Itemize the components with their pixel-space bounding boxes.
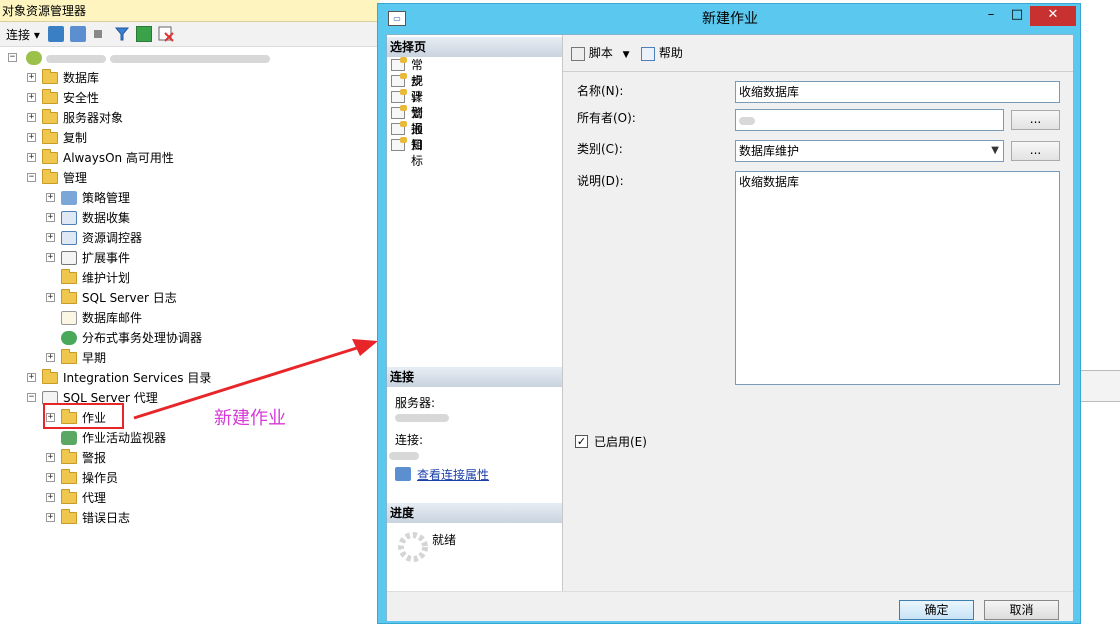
owner-input[interactable]: [735, 109, 1004, 131]
page-icon: [391, 121, 407, 135]
category-browse-button[interactable]: ...: [1011, 141, 1060, 161]
tree-row-alerts[interactable]: + 警报: [0, 449, 380, 467]
folder-icon: [61, 509, 77, 524]
select-page-header: 选择页: [387, 37, 562, 57]
view-connection-properties-link[interactable]: 查看连接属性: [417, 466, 489, 483]
progress-header: 进度: [387, 503, 562, 523]
dialog-left-pane: 选择页 常规 步骤 计划 警报 通知 目标 连接 服务器: 连接: 查看连接属性…: [387, 35, 563, 591]
folder-icon: [61, 469, 77, 484]
background-panel-strip: [1081, 370, 1120, 402]
tree-row-proxies[interactable]: + 代理: [0, 489, 380, 507]
tree-row-error-logs[interactable]: + 错误日志: [0, 509, 380, 527]
help-button[interactable]: 帮助: [641, 44, 683, 61]
page-icon: [391, 89, 407, 103]
ok-button[interactable]: 确定: [899, 600, 974, 620]
progress-spinner-icon: [397, 531, 429, 566]
cancel-button[interactable]: 取消: [984, 600, 1059, 620]
owner-browse-button[interactable]: ...: [1011, 110, 1060, 130]
page-icon: [391, 57, 407, 71]
server-value: [395, 410, 449, 424]
description-label: 说明(D):: [577, 174, 624, 188]
close-button[interactable]: ✕: [1030, 6, 1076, 26]
dialog-body: 选择页 常规 步骤 计划 警报 通知 目标 连接 服务器: 连接: 查看连接属性…: [386, 34, 1074, 621]
page-icon: [391, 105, 407, 119]
tree-row-operators[interactable]: + 操作员: [0, 469, 380, 487]
page-icon: [391, 137, 407, 151]
folder-icon: [61, 449, 77, 464]
name-label: 名称(N):: [577, 84, 624, 98]
tree-label: 错误日志: [82, 511, 131, 525]
server-label: 服务器:: [395, 396, 436, 410]
maximize-button[interactable]: □: [1004, 6, 1030, 26]
new-job-dialog: ▭ 新建作业 – □ ✕ 选择页 常规 步骤 计划 警报 通知 目标 连接 服务…: [377, 3, 1081, 624]
tree-label: 操作员: [82, 471, 119, 485]
connection-value: [389, 448, 419, 462]
tree-label: 代理: [82, 491, 107, 505]
connection-label: 连接:: [395, 433, 424, 447]
page-icon: [391, 73, 407, 87]
description-textarea[interactable]: 收缩数据库: [735, 171, 1060, 385]
owner-label: 所有者(O):: [577, 111, 636, 125]
expand-icon[interactable]: +: [46, 453, 55, 462]
annotation-arrow: [133, 339, 378, 420]
expand-icon[interactable]: +: [46, 493, 55, 502]
script-icon: [571, 46, 585, 61]
connection-properties-icon: [395, 467, 411, 481]
expand-icon[interactable]: +: [46, 513, 55, 522]
script-button[interactable]: 脚本 ▼: [571, 44, 630, 61]
help-icon: [641, 46, 655, 61]
dialog-title: 新建作业: [702, 11, 758, 27]
connection-header: 连接: [387, 367, 562, 387]
dialog-toolbar: 脚本 ▼ 帮助: [563, 35, 1073, 72]
progress-status: 就绪: [432, 533, 457, 547]
category-select[interactable]: 数据库维护 ▼: [735, 140, 1004, 162]
chevron-down-icon: ▼: [991, 145, 999, 156]
enabled-checkbox[interactable]: ✓: [575, 435, 588, 448]
folder-icon: [61, 489, 77, 504]
minimize-button[interactable]: –: [978, 6, 1004, 26]
category-label: 类别(C):: [577, 142, 623, 156]
script-dropdown-icon[interactable]: ▼: [623, 50, 630, 60]
name-input[interactable]: 收缩数据库: [735, 81, 1060, 103]
expand-icon[interactable]: +: [46, 473, 55, 482]
enabled-label: 已启用(E): [594, 435, 647, 449]
tree-label: 警报: [82, 451, 107, 465]
dialog-footer: 确定 取消: [387, 591, 1073, 621]
general-page-content: 名称(N): 收缩数据库 所有者(O): ... 类别(C): 数据库维护 ▼ …: [563, 72, 1073, 591]
background-window-edge: [1081, 0, 1120, 624]
dialog-right-pane: 脚本 ▼ 帮助 名称(N): 收缩数据库 所有者(O): ... 类别(C): …: [563, 35, 1073, 591]
